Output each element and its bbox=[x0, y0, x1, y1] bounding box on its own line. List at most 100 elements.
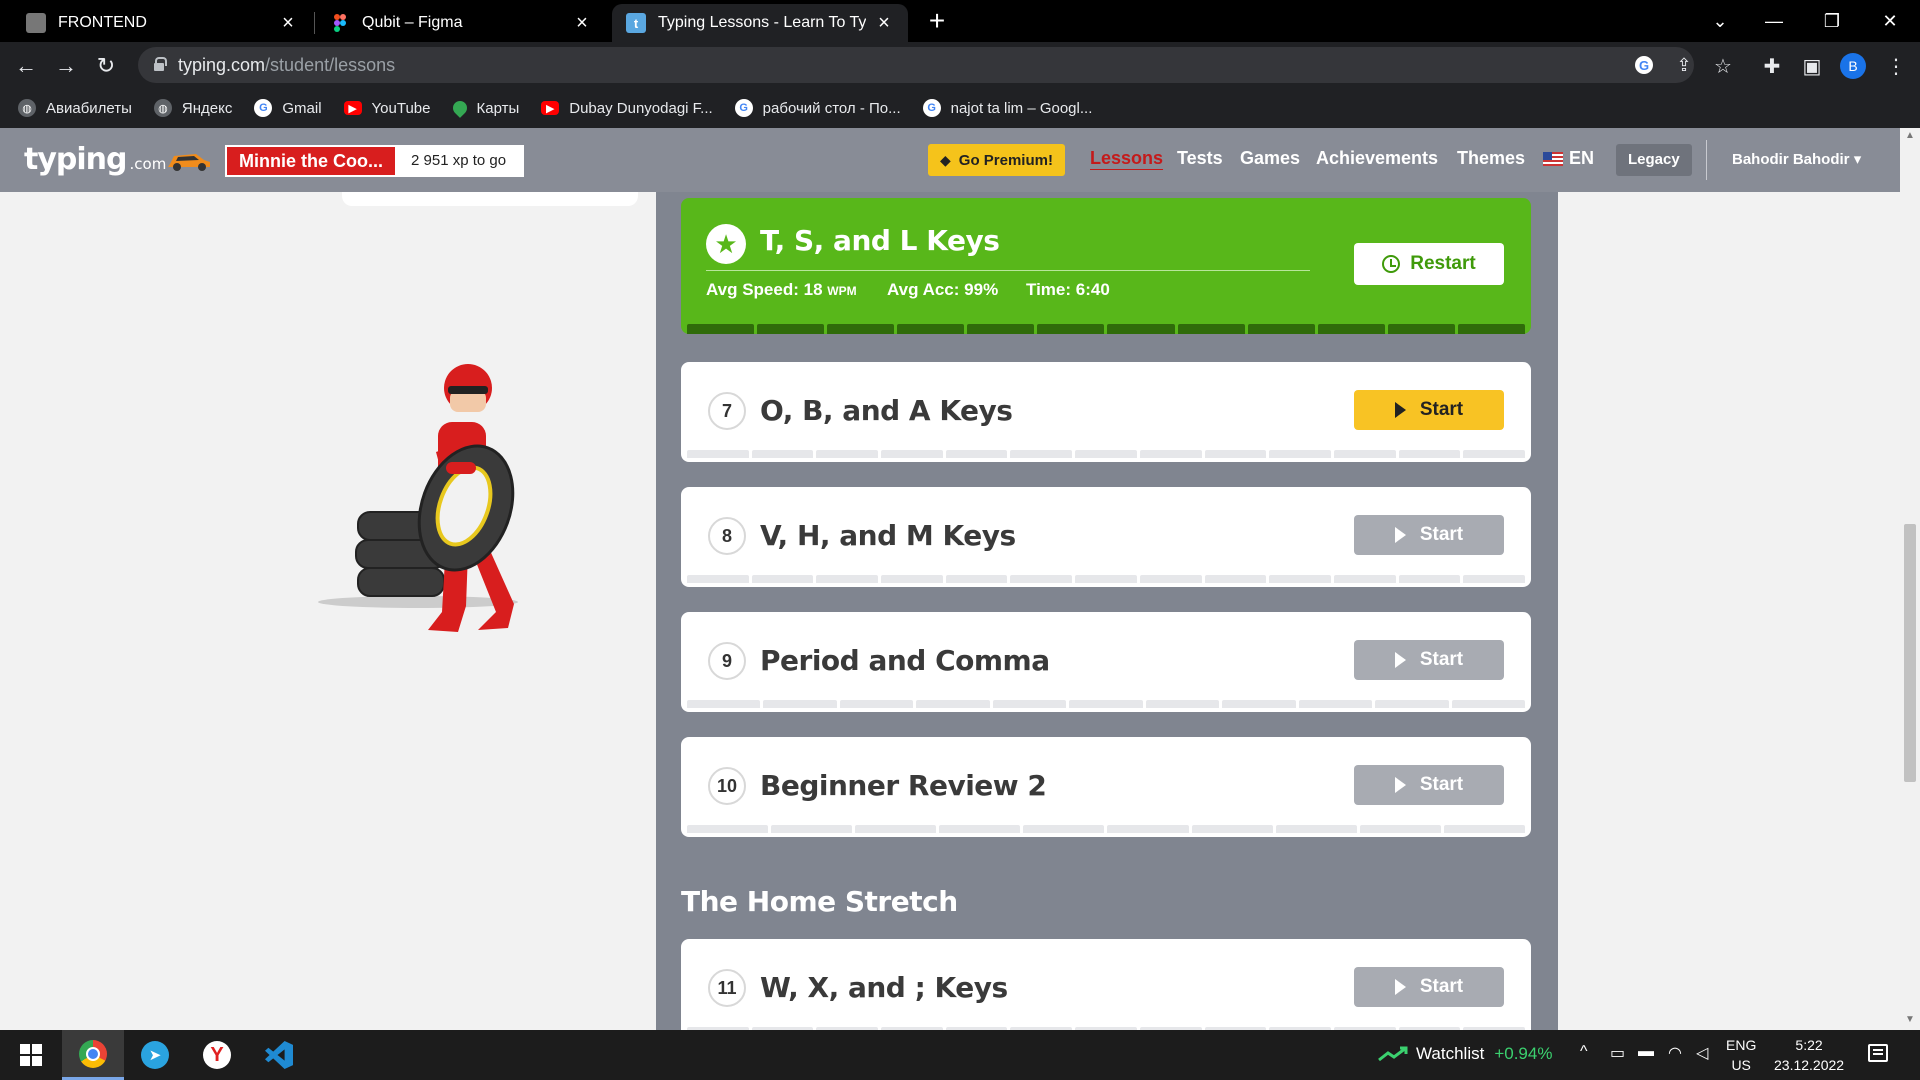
menu-icon[interactable]: ⋮ bbox=[1880, 50, 1912, 82]
youtube-icon: ▶ bbox=[343, 101, 362, 115]
scroll-down-icon[interactable]: ▼ bbox=[1904, 1014, 1916, 1028]
bookmarks-bar: ◍ Авиабилеты ◍ Яндекс G Gmail ▶ YouTube Карт… bbox=[0, 88, 1920, 128]
bookmark-star-icon[interactable]: ☆ bbox=[1707, 50, 1739, 82]
close-icon[interactable]: × bbox=[572, 12, 592, 35]
stock-chart-icon bbox=[1378, 1046, 1408, 1062]
lesson-title: O, B, and A Keys bbox=[760, 394, 1013, 427]
user-menu[interactable]: Bahodir Bahodir ▾ bbox=[1732, 150, 1861, 168]
system-clock[interactable]: 5:22 23.12.2022 bbox=[1774, 1035, 1844, 1075]
watchlist-widget[interactable]: Watchlist +0.94% bbox=[1378, 1044, 1552, 1064]
chrome-icon bbox=[79, 1039, 107, 1068]
nav-achievements[interactable]: Achievements bbox=[1316, 148, 1438, 169]
lesson-card-8[interactable]: 8 V, H, and M Keys Start bbox=[681, 487, 1531, 587]
start-button[interactable]: Start bbox=[1354, 390, 1504, 430]
start-button[interactable]: Start bbox=[1354, 640, 1504, 680]
volume-muted-icon[interactable]: ◁ bbox=[1696, 1043, 1708, 1063]
lesson-progress-bar bbox=[687, 575, 1525, 583]
restart-button[interactable]: Restart bbox=[1354, 243, 1504, 285]
section-title: The Home Stretch bbox=[681, 885, 958, 918]
bookmark-maps[interactable]: Карты bbox=[449, 98, 519, 118]
bookmark-aviabilety[interactable]: ◍ Авиабилеты bbox=[18, 99, 132, 117]
site-logo[interactable]: typing .com bbox=[24, 142, 166, 177]
completed-lesson-card: ★ T, S, and L Keys Avg Speed: 18 WPM Avg… bbox=[681, 198, 1531, 334]
tab-title: Qubit – Figma bbox=[362, 14, 463, 31]
minimize-button[interactable]: — bbox=[1746, 0, 1802, 42]
caret-down-icon: ▾ bbox=[1853, 151, 1862, 168]
bookmark-youtube[interactable]: ▶ YouTube bbox=[343, 100, 431, 117]
forward-button[interactable]: → bbox=[50, 50, 82, 82]
lesson-progress-bar bbox=[687, 825, 1525, 833]
language-selector[interactable]: EN bbox=[1569, 148, 1594, 169]
watchlist-change: +0.94% bbox=[1494, 1044, 1553, 1063]
language-indicator[interactable]: ENG US bbox=[1726, 1035, 1756, 1075]
new-tab-button[interactable]: + bbox=[922, 6, 952, 36]
close-window-button[interactable]: ✕ bbox=[1862, 0, 1918, 42]
scroll-up-icon[interactable]: ▲ bbox=[1904, 130, 1916, 144]
lesson-number: 7 bbox=[708, 392, 746, 430]
nav-games[interactable]: Games bbox=[1240, 148, 1300, 169]
tab-separator bbox=[314, 12, 315, 34]
taskbar-chrome[interactable] bbox=[62, 1030, 124, 1080]
play-icon bbox=[1394, 402, 1406, 418]
taskbar-telegram[interactable]: ➤ bbox=[124, 1030, 186, 1080]
browser-tab-figma[interactable]: Qubit – Figma × bbox=[316, 4, 606, 42]
sidebar-card bbox=[342, 192, 638, 206]
meet-icon[interactable]: ▭ bbox=[1610, 1043, 1625, 1063]
taskbar-vscode[interactable] bbox=[248, 1030, 310, 1080]
side-panel-icon[interactable]: ▣ bbox=[1796, 50, 1828, 82]
lesson-card-11[interactable]: 11 W, X, and ; Keys Start bbox=[681, 939, 1531, 1030]
rank-badge[interactable]: Minnie the Coo... 2 951 xp to go bbox=[225, 145, 525, 177]
lesson-title: Period and Comma bbox=[760, 644, 1050, 677]
lesson-card-7[interactable]: 7 O, B, and A Keys Start bbox=[681, 362, 1531, 462]
telegram-icon: ➤ bbox=[141, 1041, 169, 1069]
lesson-progress-bar bbox=[687, 450, 1525, 458]
reload-button[interactable]: ↻ bbox=[90, 50, 122, 82]
windows-logo-icon bbox=[20, 1044, 42, 1066]
bookmark-desktop[interactable]: Gрабочий стол - По... bbox=[734, 99, 901, 117]
bookmark-gmail[interactable]: G Gmail bbox=[254, 99, 322, 117]
start-button[interactable]: Start bbox=[1354, 515, 1504, 555]
nav-tests[interactable]: Tests bbox=[1177, 148, 1223, 169]
lock-icon[interactable] bbox=[154, 57, 167, 71]
back-button[interactable]: ← bbox=[10, 50, 42, 82]
lesson-card-10[interactable]: 10 Beginner Review 2 Start bbox=[681, 737, 1531, 837]
address-bar[interactable]: typing.com/student/lessons G ⇪ bbox=[138, 47, 1694, 83]
tray-overflow-icon[interactable]: ^ bbox=[1580, 1043, 1588, 1061]
start-menu-button[interactable] bbox=[0, 1030, 62, 1080]
youtube-icon: ▶ bbox=[541, 101, 560, 115]
browser-tab-frontend[interactable]: FRONTEND × bbox=[12, 4, 312, 42]
taskbar-yandex-browser[interactable]: Y bbox=[186, 1030, 248, 1080]
lesson-time: Time: 6:40 bbox=[1026, 280, 1110, 299]
google-lens-icon[interactable]: G bbox=[1632, 53, 1656, 77]
extensions-icon[interactable]: ✚ bbox=[1756, 50, 1788, 82]
battery-icon[interactable]: ▬ bbox=[1638, 1043, 1654, 1061]
start-button[interactable]: Start bbox=[1354, 967, 1504, 1007]
url-text[interactable]: typing.com/student/lessons bbox=[178, 55, 395, 76]
nav-lessons[interactable]: Lessons bbox=[1090, 148, 1163, 169]
tab-search-icon[interactable]: ⌄ bbox=[1692, 0, 1748, 42]
bookmark-najot[interactable]: Gnajot ta lim – Googl... bbox=[922, 99, 1092, 117]
bookmark-yandex[interactable]: ◍ Яндекс bbox=[153, 99, 232, 117]
notification-icon[interactable] bbox=[1868, 1044, 1888, 1062]
play-icon bbox=[1394, 777, 1406, 793]
go-premium-button[interactable]: ◆ Go Premium! bbox=[928, 144, 1065, 176]
profile-avatar[interactable]: B bbox=[1840, 53, 1866, 79]
lesson-card-9[interactable]: 9 Period and Comma Start bbox=[681, 612, 1531, 712]
close-icon[interactable]: × bbox=[874, 12, 894, 35]
close-icon[interactable]: × bbox=[278, 12, 298, 35]
legacy-button[interactable]: Legacy bbox=[1616, 144, 1692, 176]
restore-button[interactable]: ❐ bbox=[1804, 0, 1860, 42]
browser-tab-typing[interactable]: t Typing Lessons - Learn To Type A × bbox=[612, 4, 908, 42]
globe-icon: ◍ bbox=[153, 99, 172, 117]
wifi-icon[interactable]: ◠ bbox=[1668, 1043, 1682, 1063]
nav-themes[interactable]: Themes bbox=[1457, 148, 1525, 169]
title-divider bbox=[706, 270, 1310, 271]
start-button[interactable]: Start bbox=[1354, 765, 1504, 805]
scrollbar-thumb[interactable] bbox=[1904, 524, 1916, 782]
share-icon[interactable]: ⇪ bbox=[1672, 53, 1696, 77]
bookmark-dubay[interactable]: ▶ Dubay Dunyodagi F... bbox=[541, 100, 713, 117]
premium-label: Go Premium! bbox=[958, 151, 1053, 169]
lesson-title: T, S, and L Keys bbox=[760, 224, 1000, 257]
lesson-title: V, H, and M Keys bbox=[760, 519, 1016, 552]
globe-icon: ◍ bbox=[18, 99, 36, 117]
